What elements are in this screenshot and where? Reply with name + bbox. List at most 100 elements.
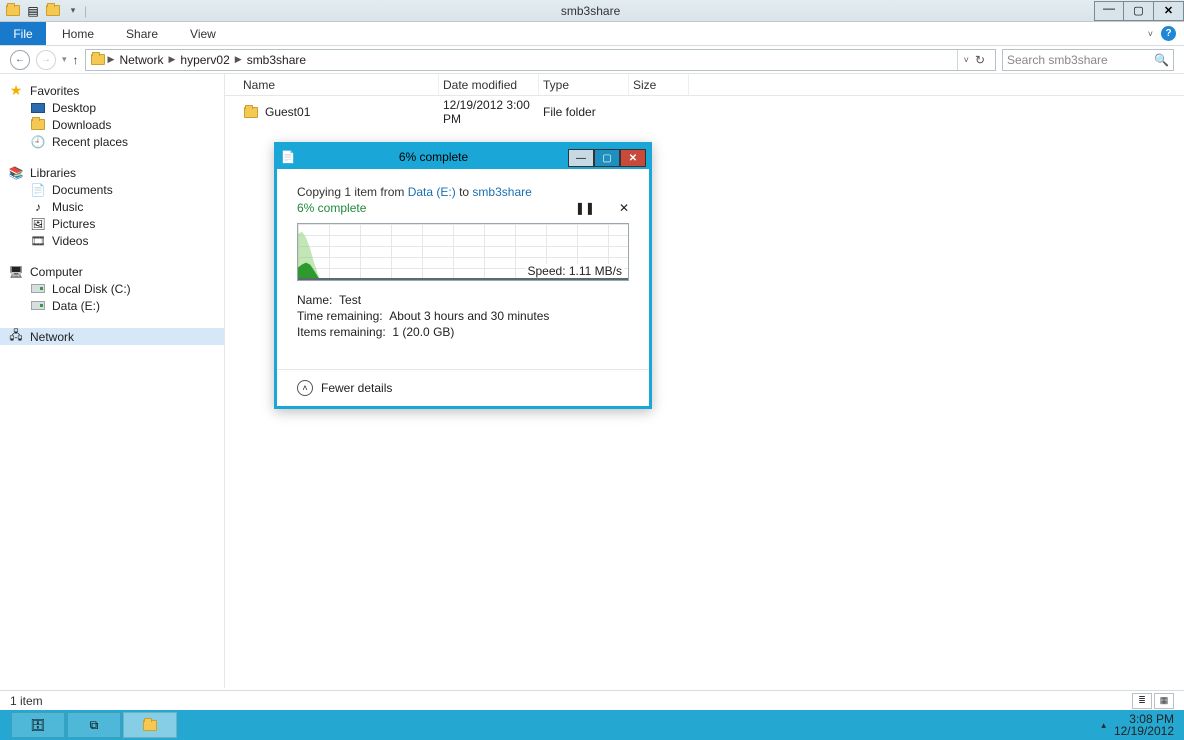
address-dropdown-icon[interactable]: ˅: [964, 55, 969, 65]
window-title: smb3share: [87, 4, 1094, 18]
computer-icon: 🖥: [8, 264, 24, 280]
sidebar-libraries-header[interactable]: 📚Libraries: [0, 164, 224, 181]
percent-complete: 6% complete: [297, 201, 366, 215]
properties-icon[interactable]: ▤: [24, 2, 42, 20]
taskbar: 🗄 ⧉ ▴ 3:08 PM 12/19/2012: [0, 710, 1184, 740]
taskbar-explorer[interactable]: [123, 712, 177, 738]
copy-icon: 📄: [277, 150, 299, 164]
sidebar-item-music[interactable]: ♪Music: [0, 198, 224, 215]
chevron-right-icon[interactable]: ▶: [108, 54, 115, 65]
chevron-right-icon[interactable]: ▶: [235, 54, 242, 65]
help-icon[interactable]: ?: [1161, 26, 1176, 41]
videos-icon: 🎞: [30, 233, 46, 249]
column-date[interactable]: Date modified: [439, 74, 539, 95]
column-size[interactable]: Size: [629, 74, 689, 95]
crumb-share[interactable]: smb3share: [244, 53, 309, 67]
desktop-icon: [30, 100, 46, 116]
sidebar-favorites-header[interactable]: ★Favorites: [0, 82, 224, 99]
drive-icon: [30, 298, 46, 314]
copy-dialog: 📄 6% complete — ▢ ✕ Copying 1 item from …: [274, 142, 652, 409]
column-name[interactable]: Name: [239, 74, 439, 95]
minimize-button[interactable]: —: [1094, 1, 1124, 21]
taskbar-powershell[interactable]: ⧉: [67, 712, 121, 738]
back-button[interactable]: ←: [10, 50, 30, 70]
copy-details: Name: Test Time remaining: About 3 hours…: [297, 293, 629, 339]
tab-home[interactable]: Home: [46, 22, 110, 45]
cancel-button[interactable]: ✕: [619, 201, 629, 215]
dialog-title-bar[interactable]: 📄 6% complete — ▢ ✕: [277, 145, 649, 169]
sidebar-item-recent[interactable]: 🕘Recent places: [0, 133, 224, 150]
network-icon: 🖧: [8, 329, 24, 345]
search-placeholder: Search smb3share: [1007, 53, 1108, 67]
libraries-icon: 📚: [8, 165, 24, 181]
speed-graph: Speed: 1.11 MB/s: [297, 223, 629, 281]
fewer-details-button[interactable]: ˄ Fewer details: [277, 369, 649, 406]
sidebar-item-downloads[interactable]: Downloads: [0, 116, 224, 133]
history-dropdown-icon[interactable]: ▾: [62, 54, 67, 65]
folder-icon: [90, 52, 106, 68]
dialog-close-button[interactable]: ✕: [620, 149, 646, 167]
window-buttons: — ▢ ✕: [1094, 1, 1184, 21]
speed-label: Speed: 1.11 MB/s: [526, 264, 625, 278]
title-bar: ▤ ▾ | smb3share — ▢ ✕: [0, 0, 1184, 22]
drive-icon: [30, 281, 46, 297]
forward-button[interactable]: →: [36, 50, 56, 70]
icons-view-button[interactable]: ▦: [1154, 693, 1174, 709]
file-date: 12/19/2012 3:00 PM: [439, 98, 539, 126]
crumb-host[interactable]: hyperv02: [177, 53, 232, 67]
status-text: 1 item: [10, 694, 43, 708]
close-button[interactable]: ✕: [1154, 1, 1184, 21]
pause-button[interactable]: ❚❚: [575, 201, 595, 215]
pictures-icon: 🖼: [30, 216, 46, 232]
up-button[interactable]: ↑: [73, 53, 79, 67]
tray-clock[interactable]: 3:08 PM 12/19/2012: [1114, 713, 1174, 737]
explorer-icon: [4, 2, 22, 20]
maximize-button[interactable]: ▢: [1124, 1, 1154, 21]
sidebar-item-data-disk[interactable]: Data (E:): [0, 297, 224, 314]
chevron-right-icon[interactable]: ▶: [168, 54, 175, 65]
address-bar[interactable]: ▶ Network ▶ hyperv02 ▶ smb3share ˅ ↻: [85, 49, 996, 71]
navigation-pane: ★Favorites Desktop Downloads 🕘Recent pla…: [0, 74, 225, 688]
file-type: File folder: [539, 105, 629, 119]
taskbar-server-manager[interactable]: 🗄: [11, 712, 65, 738]
tray-arrow-icon[interactable]: ▴: [1101, 720, 1106, 731]
quick-access-toolbar: ▤ ▾ |: [0, 2, 87, 20]
copy-source-link[interactable]: Data (E:): [408, 185, 456, 199]
tab-share[interactable]: Share: [110, 22, 174, 45]
search-icon: 🔍: [1154, 53, 1169, 67]
refresh-icon[interactable]: ↻: [975, 53, 985, 67]
sidebar-item-local-disk[interactable]: Local Disk (C:): [0, 280, 224, 297]
dialog-maximize-button[interactable]: ▢: [594, 149, 620, 167]
music-icon: ♪: [30, 199, 46, 215]
documents-icon: 📄: [30, 182, 46, 198]
copy-dest-link[interactable]: smb3share: [472, 185, 531, 199]
column-headers: Name Date modified Type Size: [225, 74, 1184, 96]
file-row[interactable]: Guest01 12/19/2012 3:00 PM File folder: [225, 102, 1184, 122]
recent-icon: 🕘: [30, 134, 46, 150]
copy-description: Copying 1 item from Data (E:) to smb3sha…: [297, 185, 629, 199]
sidebar-item-pictures[interactable]: 🖼Pictures: [0, 215, 224, 232]
sidebar-item-videos[interactable]: 🎞Videos: [0, 232, 224, 249]
search-input[interactable]: Search smb3share 🔍: [1002, 49, 1174, 71]
sidebar-computer-header[interactable]: 🖥Computer: [0, 263, 224, 280]
folder-icon: [243, 104, 259, 120]
navigation-bar: ← → ▾ ↑ ▶ Network ▶ hyperv02 ▶ smb3share…: [0, 46, 1184, 74]
star-icon: ★: [8, 83, 24, 99]
tab-view[interactable]: View: [174, 22, 232, 45]
ribbon-expand-icon[interactable]: ˅: [1148, 29, 1153, 39]
new-folder-icon[interactable]: [44, 2, 62, 20]
chevron-up-icon: ˄: [297, 380, 313, 396]
crumb-network[interactable]: Network: [116, 53, 166, 67]
dialog-minimize-button[interactable]: —: [568, 149, 594, 167]
dialog-title: 6% complete: [299, 150, 568, 164]
sidebar-item-documents[interactable]: 📄Documents: [0, 181, 224, 198]
file-tab[interactable]: File: [0, 22, 46, 45]
sidebar-item-desktop[interactable]: Desktop: [0, 99, 224, 116]
sidebar-network-header[interactable]: 🖧Network: [0, 328, 224, 345]
ribbon: File Home Share View ˅ ?: [0, 22, 1184, 46]
column-type[interactable]: Type: [539, 74, 629, 95]
qat-dropdown-icon[interactable]: ▾: [64, 2, 82, 20]
file-name: Guest01: [265, 105, 310, 119]
downloads-icon: [30, 117, 46, 133]
details-view-button[interactable]: ≣: [1132, 693, 1152, 709]
